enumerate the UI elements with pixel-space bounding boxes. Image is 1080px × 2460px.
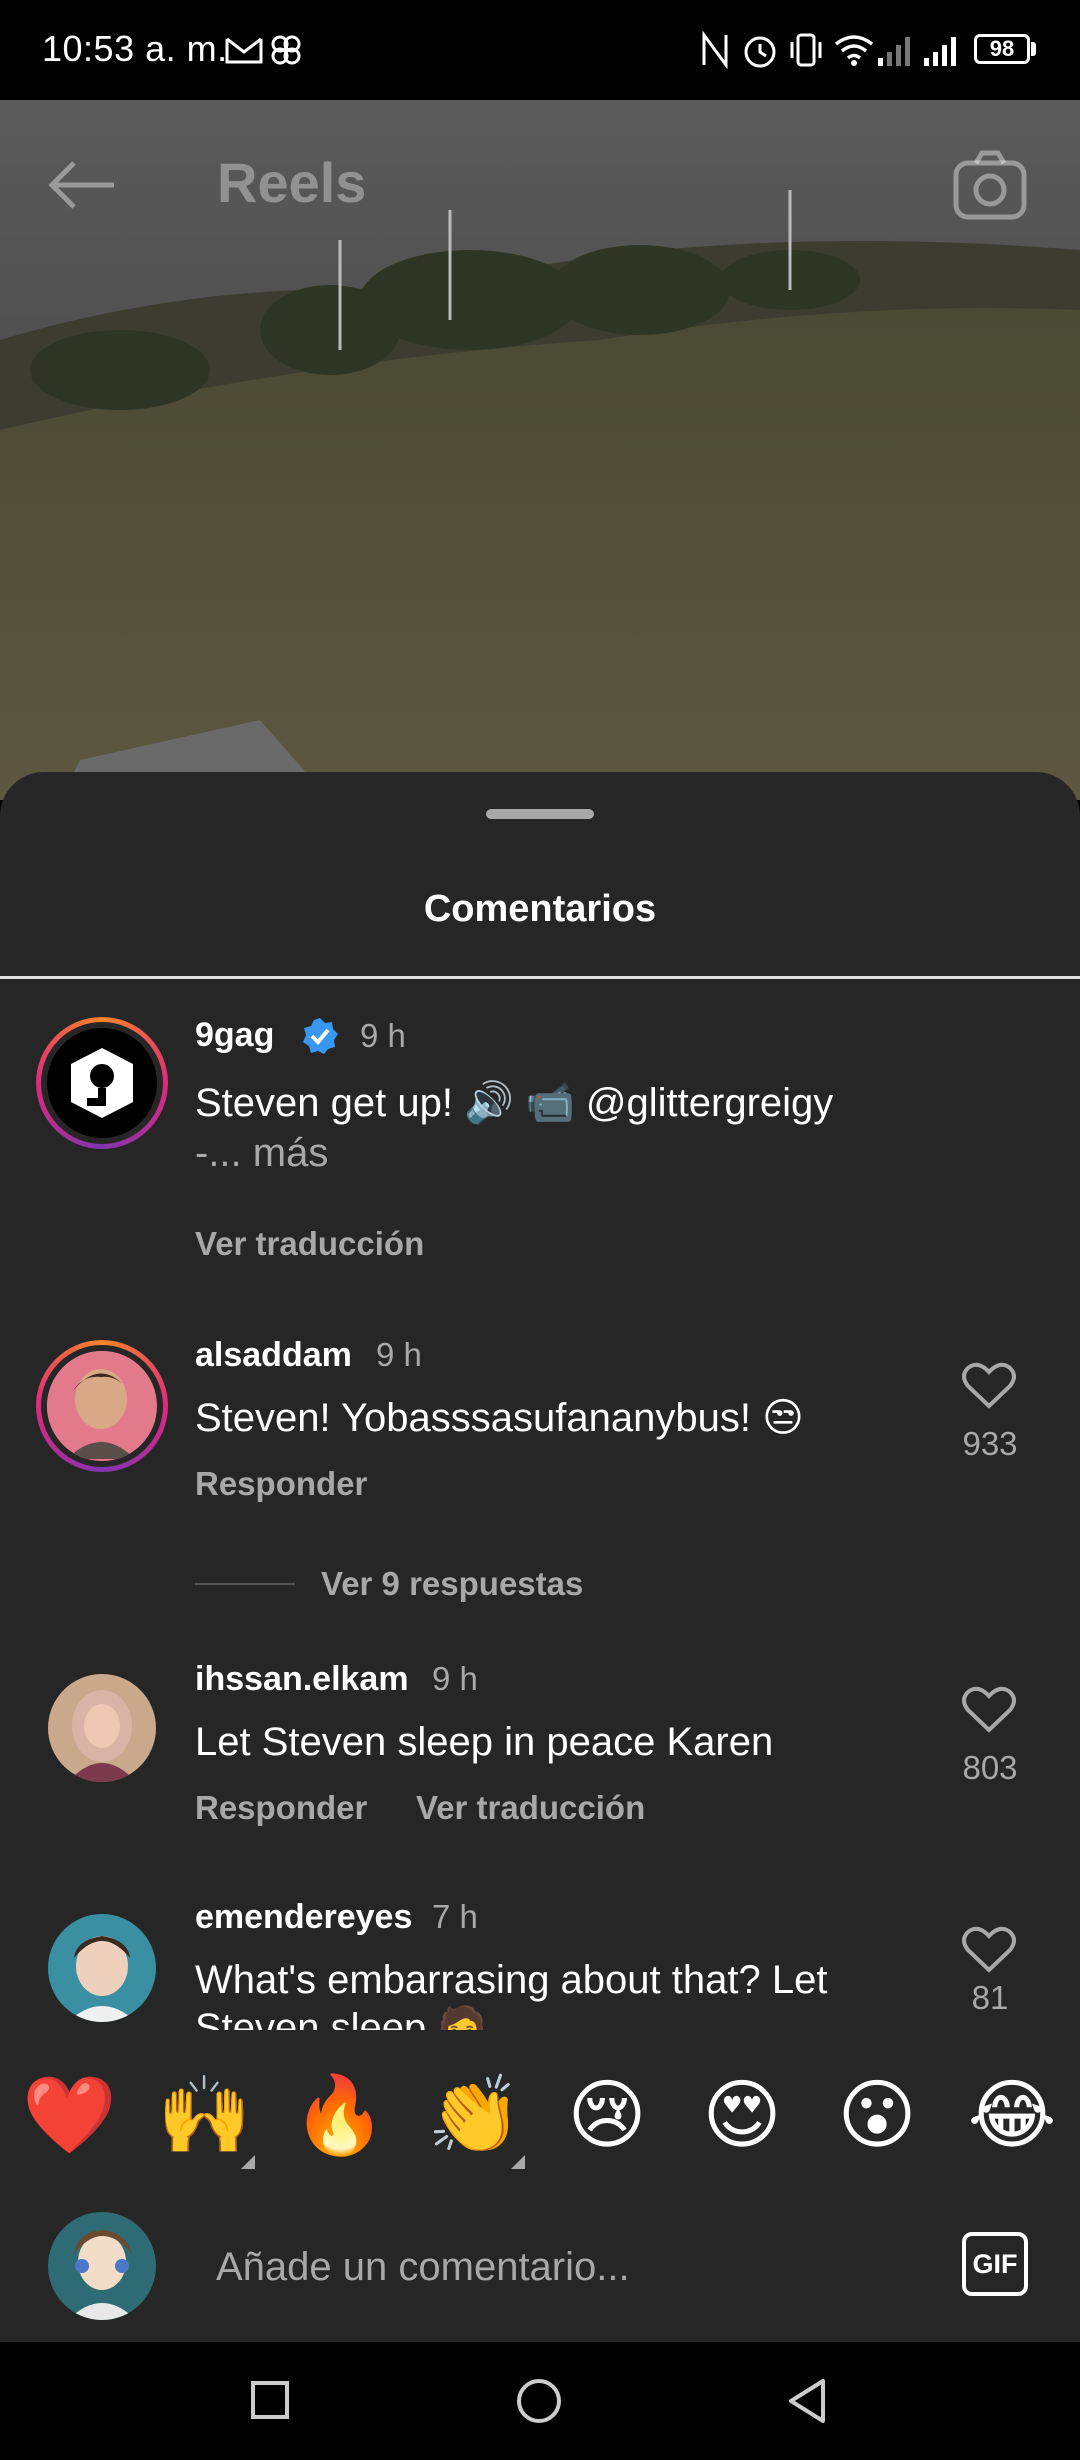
comment-text: Steven! Yobasssasufananybus! 😒 (195, 1396, 804, 1440)
signal-icon (876, 30, 916, 70)
comment-time: 9 h (376, 1336, 422, 1373)
avatar-ihssan[interactable] (48, 1674, 156, 1782)
emoji-fire[interactable]: 🔥 (292, 2070, 387, 2160)
battery-tip (1031, 42, 1036, 56)
drag-handle[interactable] (486, 809, 594, 819)
arrow-left-icon[interactable] (44, 155, 124, 215)
battery-icon: 98 (974, 34, 1030, 64)
current-user-avatar[interactable] (48, 2212, 156, 2320)
emoji-crying[interactable]: 😢 (562, 2070, 652, 2160)
caption-time: 9 h (360, 1017, 406, 1054)
back-triangle-icon[interactable] (785, 2377, 829, 2425)
avatar-emendereyes[interactable] (48, 1914, 156, 2022)
emoji-surprised[interactable]: 😮 (832, 2070, 922, 2160)
comment-username[interactable]: alsaddam (195, 1336, 352, 1375)
heart-icon[interactable] (962, 1926, 1016, 1974)
gmail-icon (224, 30, 264, 70)
caption-more[interactable]: -... más (195, 1128, 328, 1178)
comment-text: What's embarrasing about that? Let (195, 1958, 828, 2002)
9gag-logo-icon (47, 1028, 157, 1138)
skin-tone-indicator (511, 2155, 525, 2169)
emoji-heart-eyes[interactable]: 😍 (697, 2070, 787, 2160)
view-replies-button[interactable]: Ver 9 respuestas (321, 1565, 583, 1603)
comment-username[interactable]: emendereyes (195, 1898, 412, 1937)
alarm-icon (740, 30, 780, 70)
avatar-alsaddam[interactable] (36, 1340, 168, 1472)
reply-button[interactable]: Responder (195, 1465, 367, 1503)
gif-button[interactable]: GIF (962, 2232, 1028, 2296)
pinwheel-icon (268, 30, 304, 70)
replies-line (195, 1583, 295, 1585)
caption-username[interactable]: 9gag (195, 1016, 274, 1055)
emoji-laughing[interactable]: 😂 (967, 2070, 1057, 2160)
reel-video[interactable] (0, 100, 1080, 800)
sheet-title: Comentarios (423, 888, 657, 930)
recents-square-icon[interactable] (250, 2380, 290, 2420)
caption-see-translation[interactable]: Ver traducción (195, 1225, 424, 1263)
nfc-icon (700, 30, 730, 70)
home-circle-icon[interactable] (515, 2377, 563, 2425)
reply-button[interactable]: Responder (195, 1789, 367, 1827)
page-title: Reels (217, 151, 367, 214)
avatar-9gag[interactable] (36, 1017, 168, 1149)
comment-input[interactable]: Añade un comentario... (216, 2245, 630, 2290)
emoji-raising-hands[interactable]: 🙌 (157, 2070, 252, 2160)
divider (0, 976, 1080, 979)
skin-tone-indicator (241, 2155, 255, 2169)
avatar-image (47, 1351, 157, 1461)
signal-icon-2 (922, 30, 962, 70)
heart-icon[interactable] (962, 1362, 1016, 1410)
status-time: 10:53 a. m. (42, 28, 228, 69)
camera-icon[interactable] (950, 145, 1030, 225)
comment-text: Let Steven sleep in peace Karen (195, 1720, 774, 1764)
like-count: 933 (962, 1425, 1018, 1462)
emoji-clapping-hands[interactable]: 👏 (427, 2070, 522, 2160)
heart-icon[interactable] (962, 1686, 1016, 1734)
comment-time: 7 h (432, 1898, 478, 1935)
verified-badge-icon (300, 1016, 340, 1056)
comment-time: 9 h (432, 1660, 478, 1697)
like-count: 81 (971, 1979, 1009, 2016)
see-translation-button[interactable]: Ver traducción (416, 1789, 645, 1827)
comment-text-line2: Steven sleep 🧑 (195, 2006, 488, 2030)
emoji-heart[interactable]: ❤️ (22, 2070, 117, 2160)
like-count: 803 (962, 1749, 1018, 1786)
vibrate-icon (786, 30, 826, 70)
comment-username[interactable]: ihssan.elkam (195, 1660, 409, 1699)
wifi-icon (832, 30, 876, 70)
comment-row-clip: emendereyes 7 h What's embarrasing about… (0, 1890, 1080, 2030)
caption-text: Steven get up! 🔊 📹 @glittergreigy (195, 1081, 834, 1125)
